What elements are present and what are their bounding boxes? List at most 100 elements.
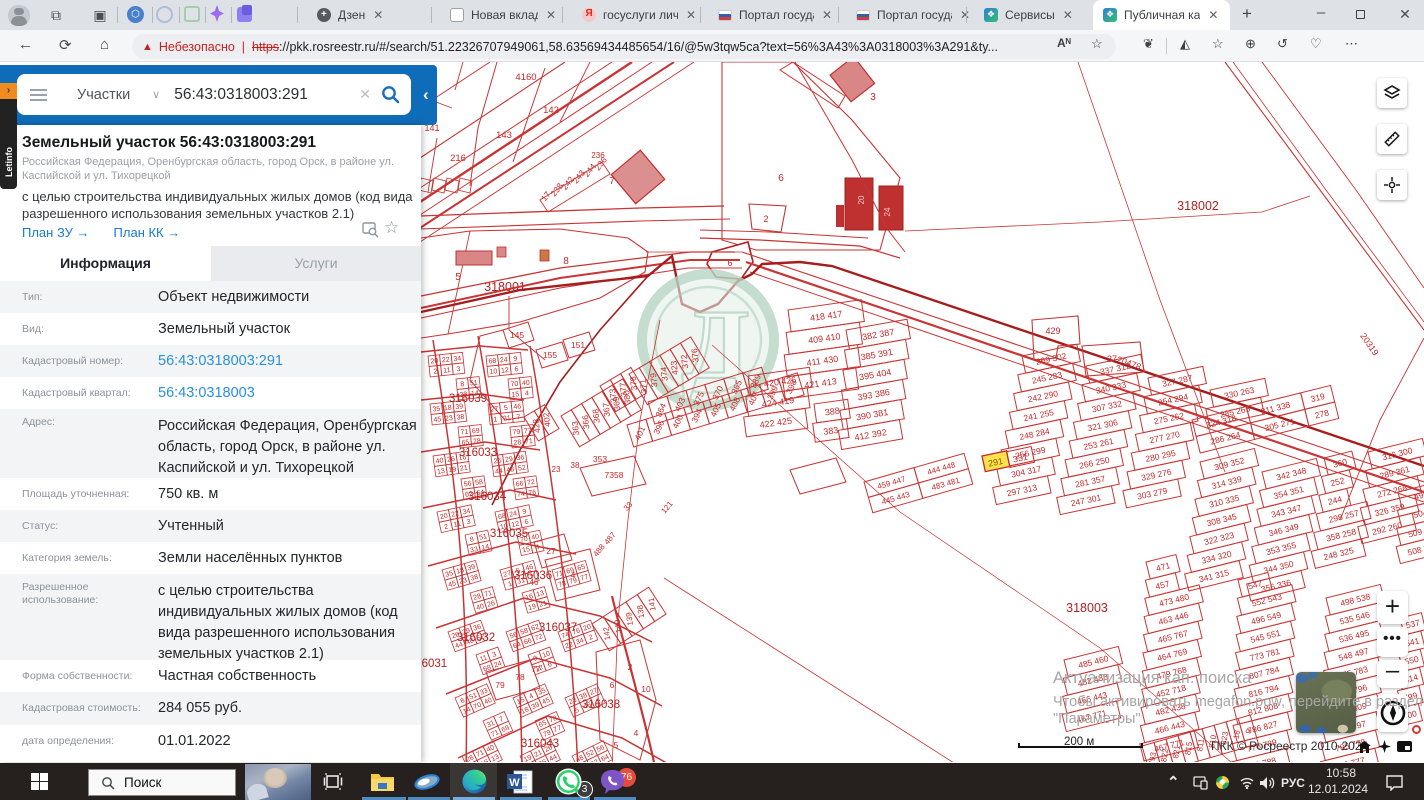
svg-text:316033: 316033 [459,447,497,459]
svg-text:11: 11 [453,521,462,529]
svg-text:48: 48 [506,466,515,474]
svg-text:6: 6 [514,366,519,373]
svg-text:22: 22 [442,357,451,365]
svg-text:79: 79 [495,680,505,690]
svg-text:236: 236 [591,151,605,160]
svg-text:15: 15 [511,391,520,399]
svg-text:72: 72 [527,479,536,487]
svg-text:58: 58 [475,479,484,487]
svg-text:51: 51 [470,380,479,388]
svg-text:36: 36 [516,454,525,462]
svg-text:78: 78 [515,672,525,682]
svg-text:71: 71 [525,438,534,446]
svg-text:151: 151 [571,340,585,350]
svg-text:31: 31 [503,415,512,423]
svg-text:27: 27 [546,546,556,556]
svg-text:3: 3 [870,92,876,103]
svg-text:216: 216 [450,153,466,164]
svg-text:388: 388 [824,406,840,418]
svg-text:9: 9 [513,356,518,363]
svg-text:353: 353 [593,454,607,464]
svg-text:12: 12 [501,367,510,375]
svg-text:378: 378 [628,376,639,391]
svg-text:316034: 316034 [468,491,507,503]
svg-text:27: 27 [490,406,499,414]
svg-text:318003: 318003 [1066,601,1108,615]
svg-text:34: 34 [453,355,462,363]
svg-text:74: 74 [517,491,526,499]
svg-text:76: 76 [528,489,537,497]
svg-text:380: 380 [621,390,632,405]
svg-text:316037: 316037 [539,622,577,634]
svg-text:68: 68 [488,358,497,366]
svg-text:40: 40 [522,380,531,388]
svg-text:145: 145 [510,330,524,340]
svg-text:19: 19 [448,466,457,474]
svg-text:65: 65 [461,439,470,447]
svg-text:13: 13 [437,468,446,476]
svg-text:40: 40 [435,457,444,465]
svg-text:69: 69 [472,428,481,436]
svg-text:38: 38 [571,461,580,470]
svg-text:4160: 4160 [515,72,536,83]
svg-text:7: 7 [609,176,615,187]
svg-text:37: 37 [1107,354,1117,364]
svg-text:383: 383 [823,425,839,437]
svg-text:29: 29 [505,456,514,464]
svg-text:6: 6 [778,173,784,184]
svg-text:18: 18 [444,405,453,413]
svg-text:20: 20 [430,358,439,366]
svg-text:52: 52 [518,465,527,473]
svg-text:8: 8 [460,381,465,388]
svg-text:8: 8 [563,256,569,267]
svg-text:141: 141 [647,596,658,611]
svg-text:46: 46 [513,403,522,411]
svg-text:5: 5 [455,272,461,283]
svg-text:24: 24 [883,207,892,216]
svg-text:28: 28 [513,439,522,447]
svg-text:5: 5 [504,405,509,412]
svg-text:23: 23 [445,415,454,423]
svg-text:143: 143 [496,130,512,141]
svg-text:1: 1 [493,416,498,423]
svg-text:316038: 316038 [582,699,620,711]
svg-text:56: 56 [463,480,472,488]
svg-text:77: 77 [524,428,533,436]
svg-text:77: 77 [531,664,541,674]
svg-text:70: 70 [510,381,519,389]
svg-text:35: 35 [432,406,441,414]
svg-text:429: 429 [1045,326,1060,336]
svg-text:24: 24 [500,357,509,365]
svg-text:3: 3 [456,366,461,373]
svg-text:155: 155 [543,350,557,360]
svg-text:20: 20 [857,195,866,204]
svg-text:316039: 316039 [449,393,487,405]
svg-text:376: 376 [689,348,700,363]
svg-text:38: 38 [456,414,465,422]
svg-text:23: 23 [552,465,561,474]
svg-text:78: 78 [473,438,482,446]
svg-text:10: 10 [489,368,498,376]
svg-text:71: 71 [460,429,469,437]
svg-text:5: 5 [614,740,619,750]
svg-text:44: 44 [495,468,504,476]
svg-text:2: 2 [628,662,633,672]
svg-text:316032: 316032 [457,632,495,644]
svg-text:26: 26 [447,456,456,464]
svg-text:7: 7 [516,414,521,421]
svg-text:318002: 318002 [1177,199,1219,213]
svg-text:7358: 7358 [605,470,624,480]
svg-text:4: 4 [570,570,575,580]
svg-text:21: 21 [460,465,469,473]
svg-text:2: 2 [433,368,438,375]
svg-text:316043: 316043 [521,738,559,750]
svg-text:6: 6 [610,680,615,690]
svg-text:11: 11 [443,367,451,375]
svg-text:45: 45 [433,416,442,424]
svg-text:4: 4 [634,728,639,738]
svg-text:66: 66 [515,480,524,488]
svg-text:316035: 316035 [490,528,528,540]
svg-text:10: 10 [641,684,651,694]
svg-text:4: 4 [525,390,530,397]
svg-text:46: 46 [530,578,539,587]
